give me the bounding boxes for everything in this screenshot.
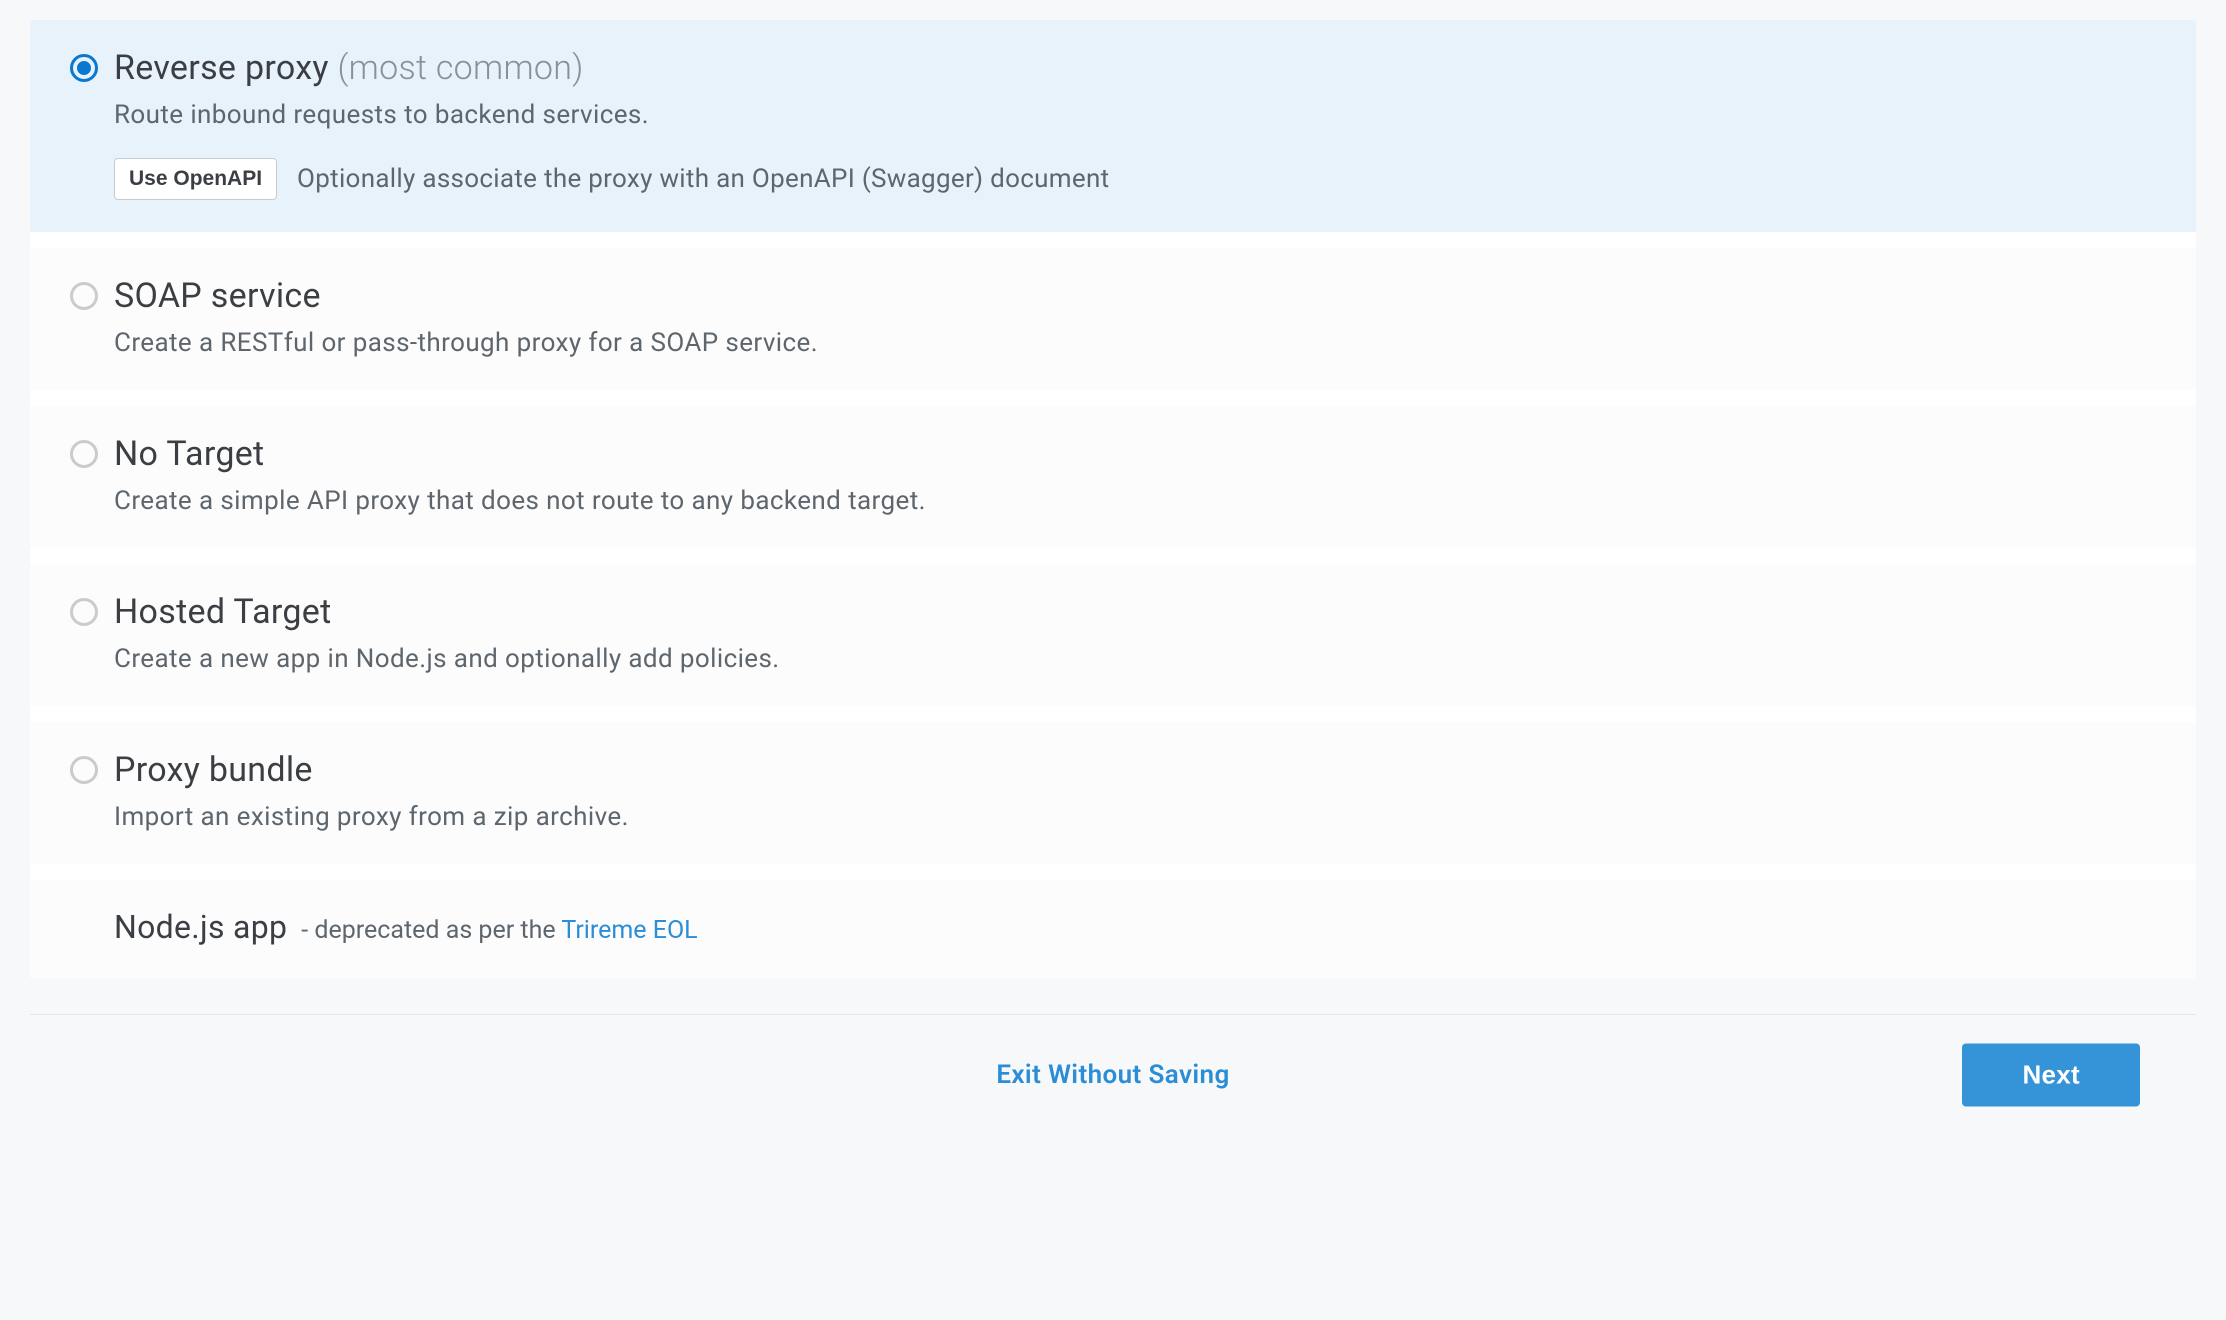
exit-without-saving-link[interactable]: Exit Without Saving	[996, 1060, 1229, 1090]
option-header: Hosted Target	[70, 592, 2156, 632]
option-desc: Create a new app in Node.js and optional…	[114, 644, 2156, 674]
deprecated-note: - deprecated as per the Trireme EOL	[301, 916, 697, 945]
wizard-footer: Exit Without Saving Next	[30, 1014, 2196, 1134]
openapi-hint: Optionally associate the proxy with an O…	[297, 164, 1109, 194]
option-desc: Create a simple API proxy that does not …	[114, 486, 2156, 516]
deprecated-title: Node.js app	[114, 908, 287, 946]
openapi-row: Use OpenAPI Optionally associate the pro…	[114, 158, 2156, 200]
radio-soap-service[interactable]	[70, 282, 98, 310]
deprecated-note-prefix: - deprecated as per the	[301, 916, 561, 945]
use-openapi-button[interactable]: Use OpenAPI	[114, 158, 277, 200]
option-header: Reverse proxy (most common)	[70, 48, 2156, 88]
radio-reverse-proxy[interactable]	[70, 54, 98, 82]
option-title: Hosted Target	[114, 592, 332, 632]
next-button[interactable]: Next	[1962, 1043, 2140, 1106]
radio-hosted-target[interactable]	[70, 598, 98, 626]
option-title: SOAP service	[114, 276, 321, 316]
option-header: Proxy bundle	[70, 750, 2156, 790]
trireme-eol-link[interactable]: Trireme EOL	[561, 916, 697, 945]
deprecated-row: Node.js app - deprecated as per the Trir…	[114, 908, 2156, 946]
option-proxy-bundle[interactable]: Proxy bundle Import an existing proxy fr…	[30, 722, 2196, 864]
option-desc: Route inbound requests to backend servic…	[114, 100, 2156, 130]
option-hosted-target[interactable]: Hosted Target Create a new app in Node.j…	[30, 564, 2196, 706]
option-header: No Target	[70, 434, 2156, 474]
option-title-suffix: (most common)	[338, 48, 584, 88]
option-desc: Create a RESTful or pass-through proxy f…	[114, 328, 2156, 358]
radio-proxy-bundle[interactable]	[70, 756, 98, 784]
proxy-type-options: Reverse proxy (most common) Route inboun…	[30, 20, 2196, 978]
option-soap-service[interactable]: SOAP service Create a RESTful or pass-th…	[30, 248, 2196, 390]
option-title: Reverse proxy (most common)	[114, 48, 584, 88]
option-title: Proxy bundle	[114, 750, 313, 790]
option-nodejs-deprecated: Node.js app - deprecated as per the Trir…	[30, 880, 2196, 978]
option-header: SOAP service	[70, 276, 2156, 316]
option-no-target[interactable]: No Target Create a simple API proxy that…	[30, 406, 2196, 548]
option-desc: Import an existing proxy from a zip arch…	[114, 802, 2156, 832]
option-title: No Target	[114, 434, 264, 474]
option-reverse-proxy[interactable]: Reverse proxy (most common) Route inboun…	[30, 20, 2196, 232]
proxy-type-wizard: Reverse proxy (most common) Route inboun…	[0, 0, 2226, 1134]
option-title-text: Reverse proxy	[114, 48, 329, 88]
radio-no-target[interactable]	[70, 440, 98, 468]
